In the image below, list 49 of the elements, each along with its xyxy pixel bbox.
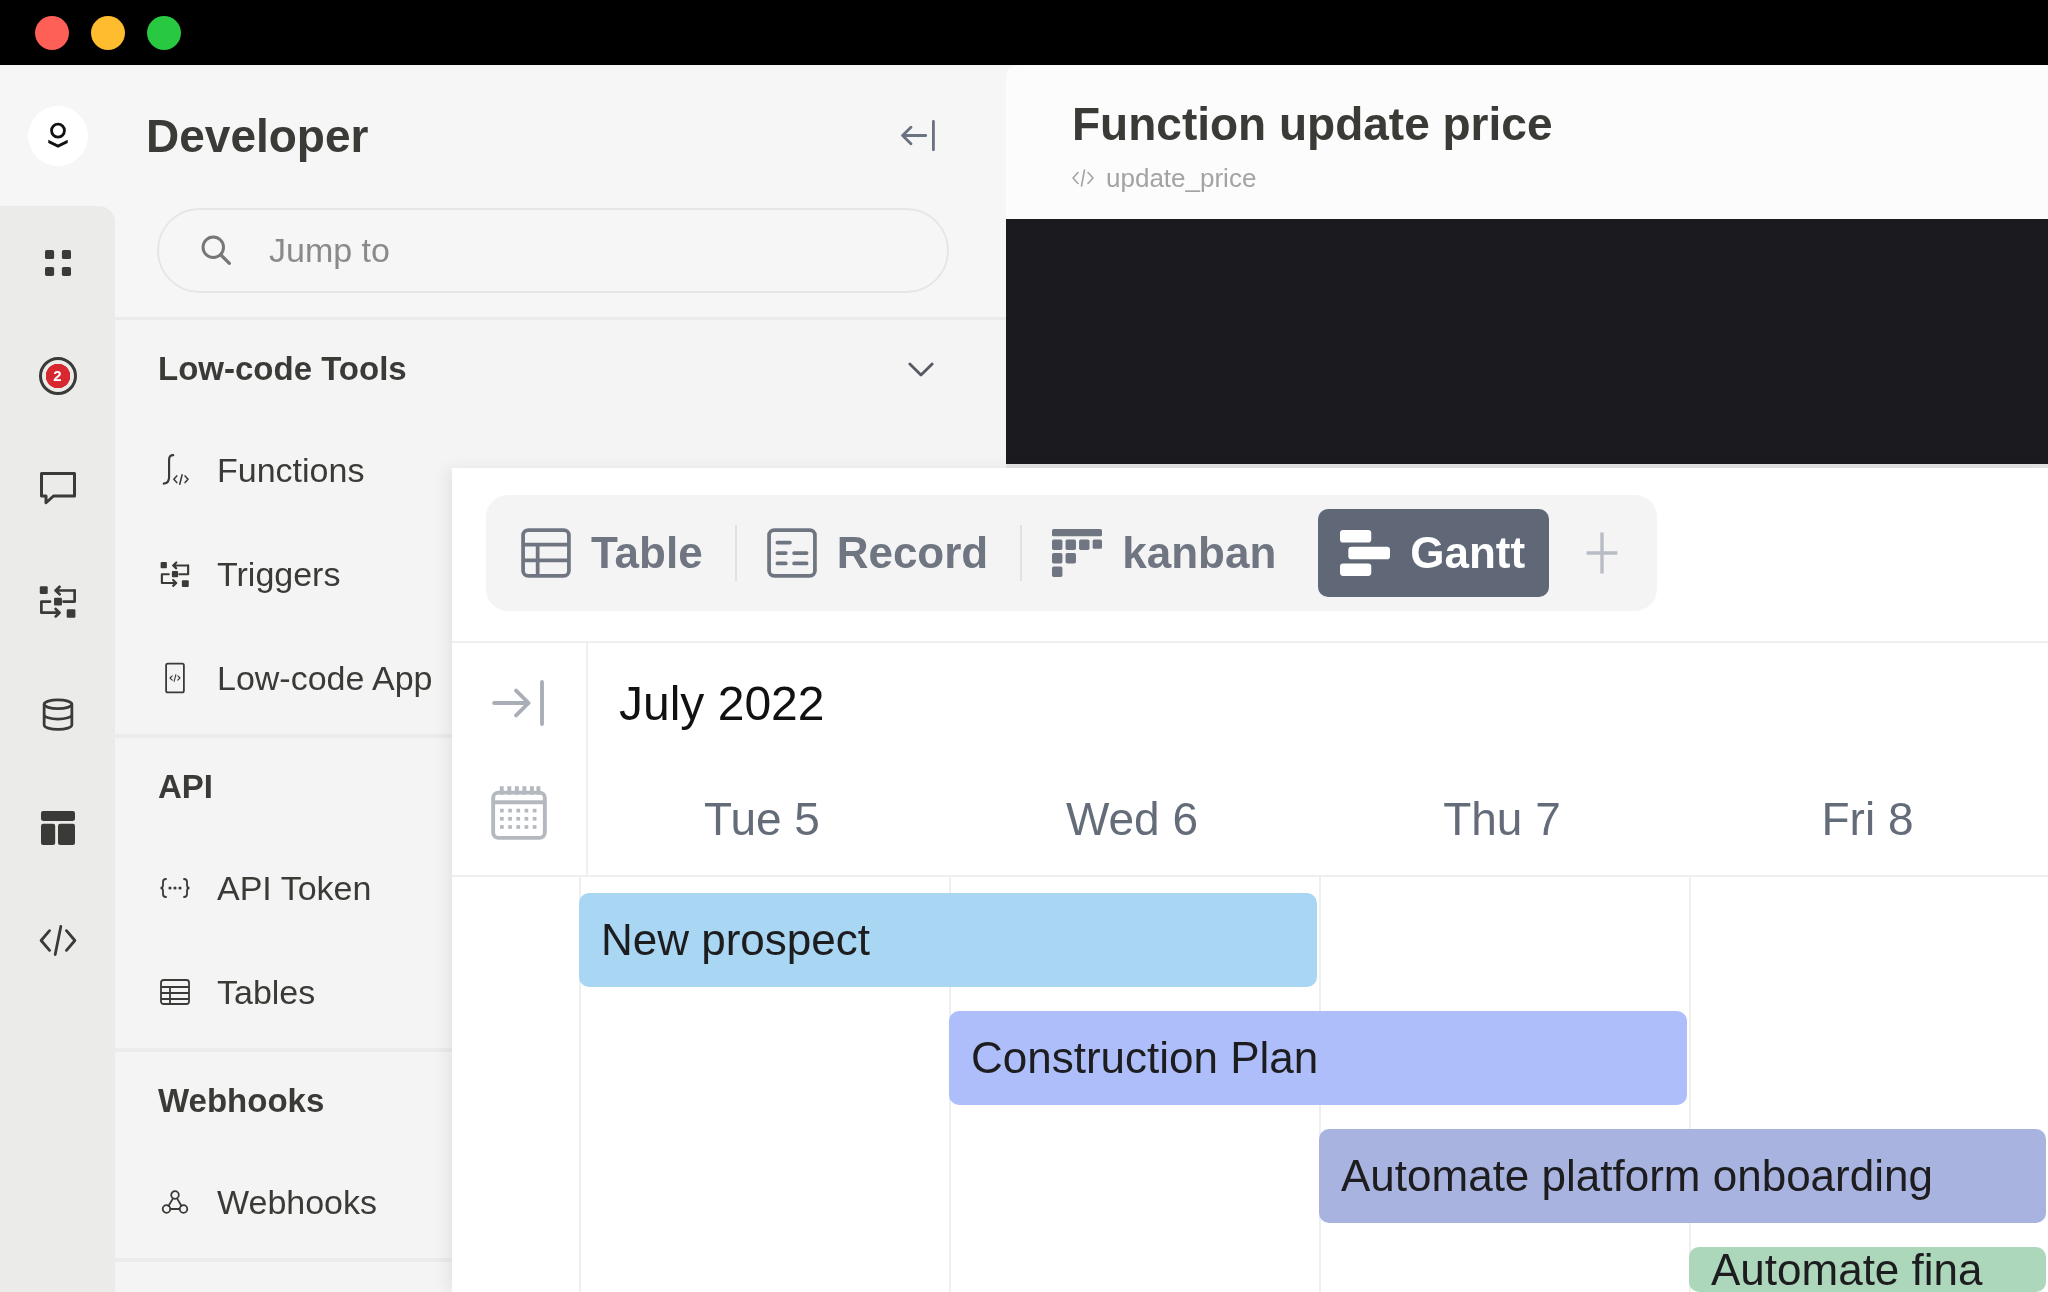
table-icon xyxy=(521,528,571,578)
page-title: Function update price xyxy=(1072,97,1553,152)
task-bar[interactable]: Construction Plan xyxy=(949,1011,1687,1105)
day-label: Fri 8 xyxy=(1821,792,1914,846)
minimize-icon[interactable] xyxy=(91,15,125,50)
close-icon[interactable] xyxy=(35,15,69,50)
function-icon xyxy=(160,454,190,486)
task-bar[interactable]: Automate fina xyxy=(1689,1247,2046,1292)
sidebar-item[interactable]: Functions xyxy=(159,450,365,490)
arrow-left-to-line-icon[interactable] xyxy=(900,120,936,151)
view-tab[interactable]: Table xyxy=(499,509,727,597)
sidebar-item[interactable]: Low-code App xyxy=(159,658,433,698)
task-bar[interactable]: New prospect xyxy=(579,893,1317,987)
sidebar-title: Developer xyxy=(146,108,369,163)
chevron-down-icon[interactable] xyxy=(908,361,934,377)
kanban-icon xyxy=(1052,528,1103,578)
view-tab[interactable]: kanban xyxy=(1030,509,1301,597)
function-identifier: update_price xyxy=(1106,162,1257,194)
day-label: Wed 6 xyxy=(1065,792,1199,846)
maximize-icon[interactable] xyxy=(147,15,181,50)
sidebar-item[interactable]: Tables xyxy=(159,972,316,1012)
day-label: Tue 5 xyxy=(704,792,820,846)
workflow-icon[interactable] xyxy=(38,584,77,619)
braces-icon xyxy=(159,877,191,899)
code-icon xyxy=(1072,169,1094,187)
grid-icon[interactable] xyxy=(44,249,71,276)
view-tab[interactable]: Record xyxy=(744,509,1013,597)
sidebar-item[interactable]: Triggers xyxy=(159,554,341,594)
mobile-code-icon xyxy=(165,662,185,694)
workflow-icon xyxy=(160,560,190,588)
search-field[interactable]: Jump to xyxy=(157,208,949,293)
sidebar-item[interactable]: API Token xyxy=(159,868,372,908)
layout-icon[interactable] xyxy=(40,810,75,845)
section-title: Low-code Tools xyxy=(158,350,407,388)
section-title: Webhooks xyxy=(158,1082,325,1120)
code-icon[interactable] xyxy=(38,924,77,957)
notification-badge[interactable]: 2 xyxy=(38,356,77,395)
month-label: July 2022 xyxy=(619,675,825,731)
task-bar[interactable]: Automate platform onboarding xyxy=(1319,1129,2046,1223)
sidebar-item[interactable]: Webhooks xyxy=(159,1182,378,1222)
section-title: API xyxy=(158,768,213,806)
day-label: Thu 7 xyxy=(1443,792,1561,846)
search-icon xyxy=(201,235,231,265)
table-icon xyxy=(160,979,190,1005)
form-icon xyxy=(766,528,817,578)
gantt-icon xyxy=(1340,528,1391,578)
view-tab[interactable]: Gantt xyxy=(1318,509,1550,597)
webhook-icon xyxy=(161,1189,189,1215)
chat-icon[interactable] xyxy=(39,472,76,505)
